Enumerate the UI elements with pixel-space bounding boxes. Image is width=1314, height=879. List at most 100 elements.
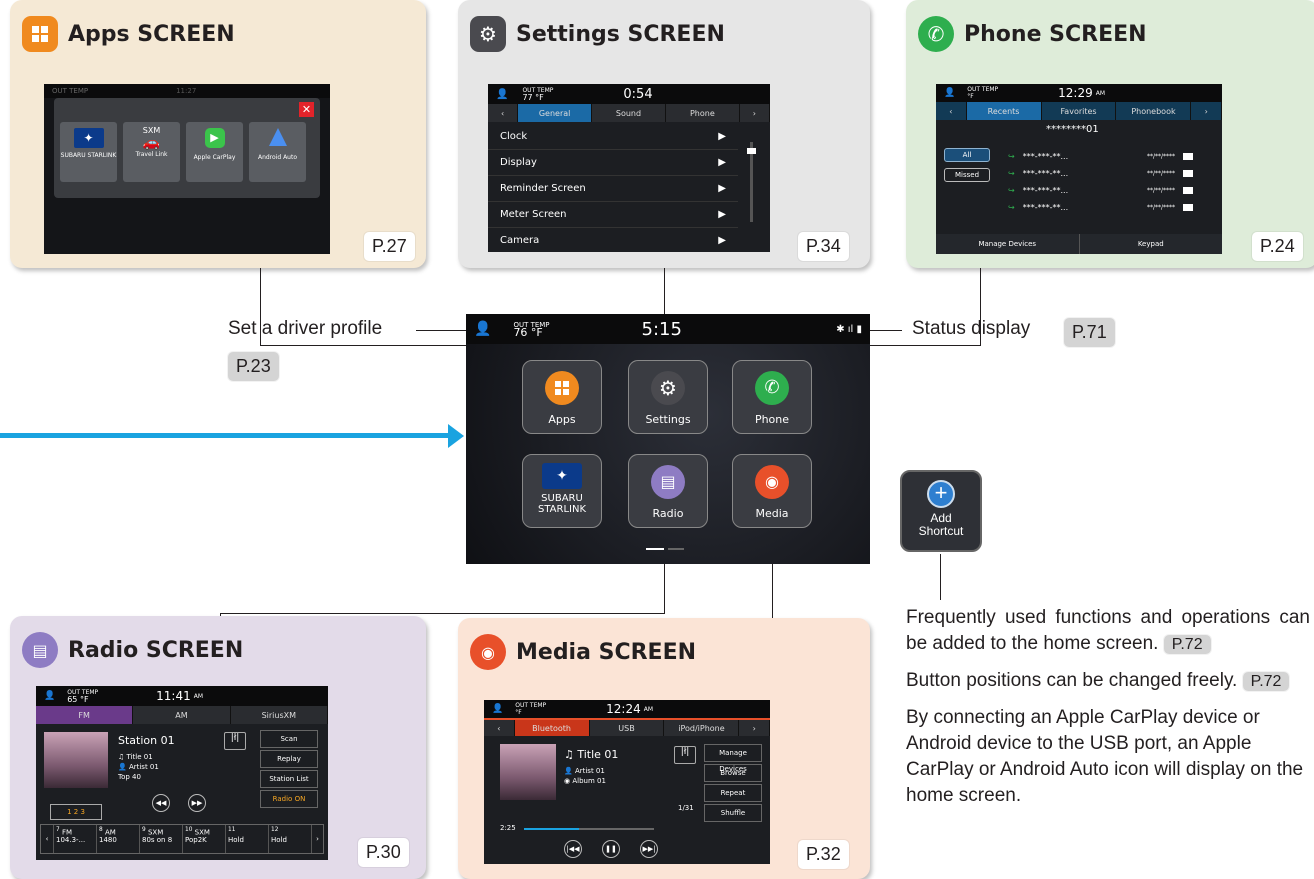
apps-tile-android-auto[interactable]: Android Auto xyxy=(249,122,306,182)
apps-icon xyxy=(22,16,58,52)
tab-fm[interactable]: FM xyxy=(36,706,134,724)
settings-scrollbar[interactable] xyxy=(747,142,756,222)
driver-profile-page-ref[interactable]: P.23 xyxy=(228,352,279,381)
apps-tile-travel-link[interactable]: SXM 🚗 Travel Link xyxy=(123,122,180,182)
note-positions: Button positions can be changed freely. xyxy=(906,670,1238,691)
home-tile-starlink[interactable]: ✦ SUBARU STARLINK xyxy=(522,454,602,528)
home-tile-radio[interactable]: ▤ Radio xyxy=(628,454,708,528)
radio-panel-title: Radio SCREEN xyxy=(68,637,244,663)
profile-icon: 👤 xyxy=(496,88,509,100)
settings-row-camera[interactable]: Camera ▶ xyxy=(488,228,738,252)
preset-page-button[interactable]: 1 2 3 xyxy=(50,804,102,820)
settings-row-clock[interactable]: Clock ▶ xyxy=(488,124,738,150)
home-tile-media[interactable]: ◉ Media xyxy=(732,454,812,528)
driver-profile-label: Set a driver profile xyxy=(228,318,383,339)
replay-button[interactable]: Replay xyxy=(260,750,318,768)
tab-siriusxm[interactable]: SiriusXM xyxy=(231,706,328,724)
settings-row-meter[interactable]: Meter Screen ▶ xyxy=(488,202,738,228)
tab-am[interactable]: AM xyxy=(133,706,231,724)
call-row[interactable]: ↪ ***-***-**... **/**/**** xyxy=(1008,148,1193,165)
phone-number-header: ********01 xyxy=(1046,124,1099,135)
preset-item[interactable]: 11 Hold xyxy=(225,825,268,853)
radio-icon: ▤ xyxy=(22,632,58,668)
phone-screenshot: 👤 OUT TEMP °F 12:29 AM ‹ Recents Favorite… xyxy=(936,84,1222,254)
seek-back-button[interactable]: ◀◀ xyxy=(152,794,170,812)
radio-on-toggle[interactable]: Radio ON xyxy=(260,790,318,808)
station-list-button[interactable]: Station List xyxy=(260,770,318,788)
equalizer-icon[interactable]: |ł| xyxy=(674,746,696,764)
radio-screenshot: 👤 OUT TEMP 65 °F 11:41 AM FM AM SiriusXM … xyxy=(36,686,328,860)
tab-bluetooth[interactable]: Bluetooth xyxy=(514,720,590,736)
preset-item[interactable]: 8 AM 1480 xyxy=(96,825,139,853)
phone-time: 12:29 xyxy=(1058,86,1093,100)
note-carplay: By connecting an Apple CarPlay device or… xyxy=(906,707,1304,806)
tab-ipod[interactable]: iPod/iPhone xyxy=(664,720,740,736)
phone-page-ref[interactable]: P.24 xyxy=(1252,232,1303,261)
filter-all[interactable]: All xyxy=(944,148,990,162)
manage-devices-button[interactable]: Manage Devices xyxy=(704,744,762,773)
settings-row-display[interactable]: Display ▶ xyxy=(488,150,738,176)
tab-sound[interactable]: Sound xyxy=(592,104,666,122)
call-row[interactable]: ↪ ***-***-**... **/**/**** xyxy=(1008,199,1193,216)
progress-fill xyxy=(524,828,579,830)
progress-track[interactable] xyxy=(524,828,654,830)
shuffle-button[interactable]: Shuffle xyxy=(704,804,762,822)
apps-screenshot: OUT TEMP 11:27 ✕ ✦ SUBARU STARLINK SXM 🚗 … xyxy=(44,84,330,254)
apps-page-ref[interactable]: P.27 xyxy=(364,232,415,261)
repeat-button[interactable]: Repeat xyxy=(704,784,762,802)
call-row[interactable]: ↪ ***-***-**... **/**/**** xyxy=(1008,182,1193,199)
apps-time: 11:27 xyxy=(176,87,197,95)
previous-button[interactable]: |◀◀ xyxy=(564,840,582,858)
scan-button[interactable]: Scan xyxy=(260,730,318,748)
preset-item[interactable]: 7 FM 104.3-... xyxy=(53,825,96,853)
tab-general[interactable]: General xyxy=(518,104,593,122)
tab-usb[interactable]: USB xyxy=(590,720,665,736)
phone-panel: ✆ Phone SCREEN 👤 OUT TEMP °F 12:29 AM ‹ R… xyxy=(906,0,1314,268)
carplay-icon: ▶ xyxy=(204,128,225,148)
home-tile-apps[interactable]: Apps xyxy=(522,360,602,434)
presets-prev[interactable]: ‹ xyxy=(41,825,53,853)
apps-tile-carplay[interactable]: ▶ Apple CarPlay xyxy=(186,122,243,182)
profile-icon[interactable]: 👤 xyxy=(474,321,491,337)
equalizer-icon[interactable]: |ł| xyxy=(224,732,246,750)
home-tile-settings[interactable]: ⚙ Settings xyxy=(628,360,708,434)
settings-row-reminder[interactable]: Reminder Screen ▶ xyxy=(488,176,738,202)
tab-phonebook[interactable]: Phonebook xyxy=(1116,102,1192,120)
manage-devices-button[interactable]: Manage Devices xyxy=(936,234,1080,254)
media-page-ref[interactable]: P.32 xyxy=(798,840,849,869)
call-row[interactable]: ↪ ***-***-**... **/**/**** xyxy=(1008,165,1193,182)
media-panel-title: Media SCREEN xyxy=(516,639,697,665)
apps-panel: Apps SCREEN OUT TEMP 11:27 ✕ ✦ SUBARU ST… xyxy=(10,0,426,268)
preset-item[interactable]: 9 SXM 80s on 8 xyxy=(139,825,182,853)
keypad-button[interactable]: Keypad xyxy=(1080,234,1223,254)
preset-item[interactable]: 10 SXM Pop2K xyxy=(182,825,225,853)
settings-back[interactable]: ‹ xyxy=(488,104,519,122)
note-2-page-ref[interactable]: P.72 xyxy=(1242,672,1290,691)
add-shortcut-button[interactable]: + Add Shortcut xyxy=(900,470,982,552)
radio-page-ref[interactable]: P.30 xyxy=(358,838,409,867)
browse-button[interactable]: Browse xyxy=(704,764,762,782)
note-1-page-ref[interactable]: P.72 xyxy=(1163,635,1211,654)
apps-tile-starlink[interactable]: ✦ SUBARU STARLINK xyxy=(60,122,117,182)
preset-item[interactable]: 12 Hold xyxy=(268,825,311,853)
filter-missed[interactable]: Missed xyxy=(944,168,990,182)
status-display-page-ref[interactable]: P.71 xyxy=(1064,318,1115,347)
settings-gear-icon: ⚙ xyxy=(470,16,506,52)
media-icon: ◉ xyxy=(755,465,789,499)
pause-button[interactable]: ❚❚ xyxy=(602,840,620,858)
close-icon[interactable]: ✕ xyxy=(299,102,314,117)
phone-icon: ✆ xyxy=(755,371,789,405)
home-tile-phone[interactable]: ✆ Phone xyxy=(732,360,812,434)
apps-icon xyxy=(545,371,579,405)
settings-next[interactable]: › xyxy=(740,104,770,122)
tab-phone[interactable]: Phone xyxy=(666,104,740,122)
tab-recents[interactable]: Recents xyxy=(966,102,1042,120)
plus-circle-icon: + xyxy=(927,480,955,508)
presets-next[interactable]: › xyxy=(311,825,323,853)
next-button[interactable]: ▶▶| xyxy=(640,840,658,858)
tab-favorites[interactable]: Favorites xyxy=(1042,102,1117,120)
settings-panel: ⚙ Settings SCREEN 👤 OUT TEMP 77 °F 0:54 ‹… xyxy=(458,0,870,268)
settings-page-ref[interactable]: P.34 xyxy=(798,232,849,261)
seek-forward-button[interactable]: ▶▶ xyxy=(188,794,206,812)
gear-icon: ⚙ xyxy=(651,371,685,405)
